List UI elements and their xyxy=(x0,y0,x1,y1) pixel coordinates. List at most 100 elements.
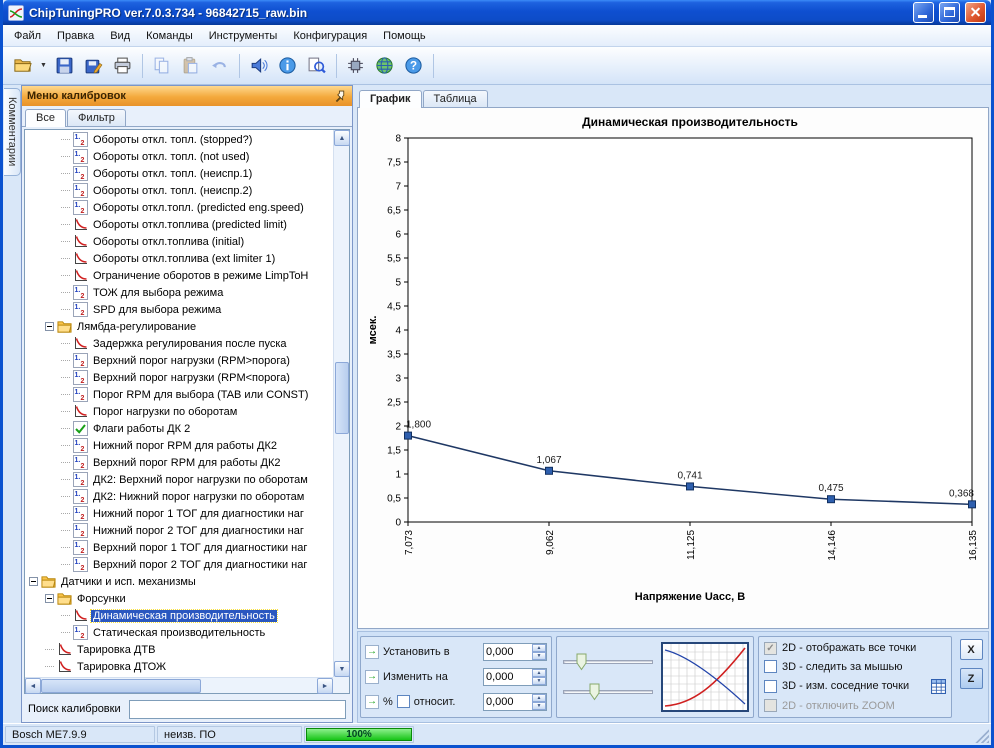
menu-item-0[interactable]: Файл xyxy=(6,27,49,45)
comments-dock-tab[interactable]: Комментарии xyxy=(4,88,21,176)
spin-down-icon[interactable]: ▼ xyxy=(532,652,546,660)
relative-value-input[interactable] xyxy=(484,694,532,710)
menu-item-2[interactable]: Вид xyxy=(102,27,138,45)
tools-button[interactable] xyxy=(342,52,370,80)
tree-item[interactable]: 1.2Обороты откл. топл. (stopped?) xyxy=(25,131,333,148)
tree-item[interactable]: 1.2Верхний порог 1 ТОГ для диагностики н… xyxy=(25,539,333,556)
preview-button[interactable] xyxy=(303,52,331,80)
tree-item[interactable]: 1.2Верхний порог нагрузки (RPM>порога) xyxy=(25,352,333,369)
menu-item-1[interactable]: Правка xyxy=(49,27,102,45)
tree-item[interactable]: 1.2Обороты откл. топл. (неиспр.2) xyxy=(25,182,333,199)
tree-item[interactable]: Обороты откл.топлива (predicted limit) xyxy=(25,216,333,233)
tree-item[interactable]: Ограничение оборотов в режиме LimpToH xyxy=(25,267,333,284)
view-tab-1[interactable]: Таблица xyxy=(423,90,488,107)
checkbox[interactable] xyxy=(764,660,777,673)
open-dropdown-icon[interactable]: ▼ xyxy=(37,62,50,69)
checkbox[interactable] xyxy=(764,680,777,693)
tree-expander-icon[interactable] xyxy=(45,594,54,603)
checksum-button[interactable] xyxy=(245,52,273,80)
menu-item-4[interactable]: Инструменты xyxy=(201,27,286,45)
tree-item[interactable]: 1.2ДК2: Нижний порог нагрузки по оборота… xyxy=(25,488,333,505)
tree-item[interactable]: Форсунки xyxy=(25,590,333,607)
tree-vertical-scrollbar[interactable]: ▲ ▼ xyxy=(333,130,349,677)
spin-down-icon[interactable]: ▼ xyxy=(532,702,546,710)
print-button[interactable] xyxy=(109,52,137,80)
spin-up-icon[interactable]: ▲ xyxy=(532,644,546,652)
slider-thumb[interactable] xyxy=(589,683,600,701)
chart-area[interactable]: Динамическая производительность00,511,52… xyxy=(357,107,989,629)
scrollbar-thumb[interactable] xyxy=(335,362,349,434)
view-tab-0[interactable]: График xyxy=(359,90,422,108)
tree-item[interactable]: Тарировка ДТВ xyxy=(25,641,333,658)
close-button[interactable] xyxy=(965,2,986,23)
tree-item[interactable]: 1.2Нижний порог 1 ТОГ для диагностики на… xyxy=(25,505,333,522)
slider-thumb[interactable] xyxy=(576,653,587,671)
scrollbar-track[interactable] xyxy=(334,146,349,661)
tree-item[interactable]: Флаги работы ДК 2 xyxy=(25,420,333,437)
pin-icon[interactable] xyxy=(334,90,347,103)
tree-item[interactable]: Датчики и исп. механизмы xyxy=(25,573,333,590)
point-slider-1[interactable] xyxy=(561,651,655,673)
relative-checkbox[interactable] xyxy=(397,695,410,708)
tree-item[interactable]: Лямбда-регулирование xyxy=(25,318,333,335)
checkbox[interactable] xyxy=(764,699,777,712)
tree-item[interactable]: Динамическая производительность xyxy=(25,607,333,624)
tree-item[interactable]: 1.2Обороты откл. топл. (not used) xyxy=(25,148,333,165)
change-value-input[interactable] xyxy=(484,669,532,685)
info-button[interactable] xyxy=(274,52,302,80)
scrollbar-thumb[interactable] xyxy=(41,679,201,693)
tree-item[interactable]: 1.2Верхний порог RPM для работы ДК2 xyxy=(25,454,333,471)
calibration-search-input[interactable] xyxy=(129,700,346,719)
set-value-input[interactable] xyxy=(484,644,532,660)
spin-down-icon[interactable]: ▼ xyxy=(532,677,546,685)
z-axis-button[interactable]: Z xyxy=(960,668,983,689)
scroll-left-icon[interactable]: ◄ xyxy=(25,678,41,694)
tree-expander-icon[interactable] xyxy=(29,577,38,586)
internet-button[interactable] xyxy=(371,52,399,80)
tree-item[interactable]: Задержка регулирования после пуска xyxy=(25,335,333,352)
tree-horizontal-scrollbar[interactable]: ◄ ► xyxy=(25,677,333,693)
grid-icon[interactable] xyxy=(931,679,946,694)
tree-item[interactable]: 1.2Порог RPM для выбора (TAB или CONST) xyxy=(25,386,333,403)
maximize-button[interactable] xyxy=(939,2,960,23)
tree-item[interactable]: 1.2Верхний порог нагрузки (RPM<порога) xyxy=(25,369,333,386)
tree-item[interactable]: Порог нагрузки по оборотам xyxy=(25,403,333,420)
calib-tab-0[interactable]: Все xyxy=(25,109,66,127)
point-slider-2[interactable] xyxy=(561,681,655,703)
scrollbar-track[interactable] xyxy=(41,678,317,693)
tree-item[interactable]: 1.2Статическая производительность xyxy=(25,624,333,641)
tree-item[interactable]: 1.2Верхний порог 2 ТОГ для диагностики н… xyxy=(25,556,333,573)
scroll-down-icon[interactable]: ▼ xyxy=(334,661,350,677)
x-axis-button[interactable]: X xyxy=(960,639,983,660)
open-button[interactable] xyxy=(8,52,36,80)
menu-item-6[interactable]: Помощь xyxy=(375,27,434,45)
tree-item[interactable]: 1.2ДК2: Верхний порог нагрузки по оборот… xyxy=(25,471,333,488)
slider-track[interactable] xyxy=(563,690,653,694)
save-button[interactable] xyxy=(51,52,79,80)
performance-chart[interactable]: Динамическая производительность00,511,52… xyxy=(358,108,988,628)
curve-preview[interactable] xyxy=(661,642,749,712)
scroll-up-icon[interactable]: ▲ xyxy=(334,130,350,146)
calib-tab-1[interactable]: Фильтр xyxy=(67,109,126,126)
tree-item[interactable]: Тарировка ДТОЖ xyxy=(25,658,333,675)
copy-button[interactable] xyxy=(148,52,176,80)
spin-up-icon[interactable]: ▲ xyxy=(532,669,546,677)
minimize-button[interactable] xyxy=(913,2,934,23)
tree-expander-icon[interactable] xyxy=(45,322,54,331)
tree-item[interactable]: 1.2SPD для выбора режима xyxy=(25,301,333,318)
scroll-right-icon[interactable]: ► xyxy=(317,678,333,694)
menu-item-3[interactable]: Команды xyxy=(138,27,201,45)
tree-item[interactable]: 1.2Нижний порог RPM для работы ДК2 xyxy=(25,437,333,454)
tree-item[interactable]: Обороты откл.топлива (initial) xyxy=(25,233,333,250)
spin-up-icon[interactable]: ▲ xyxy=(532,694,546,702)
paste-button[interactable] xyxy=(177,52,205,80)
tree-item[interactable]: Обороты откл.топлива (ext limiter 1) xyxy=(25,250,333,267)
save-edit-button[interactable] xyxy=(80,52,108,80)
menu-item-5[interactable]: Конфигурация xyxy=(285,27,375,45)
checkbox[interactable]: ✓ xyxy=(764,642,777,655)
titlebar[interactable]: ChipTuningPRO ver.7.0.3.734 - 96842715_r… xyxy=(3,0,991,25)
tree-item[interactable]: 1.2Обороты откл.топл. (predicted eng.spe… xyxy=(25,199,333,216)
tree-item[interactable]: 1.2ТОЖ для выбора режима xyxy=(25,284,333,301)
resize-grip[interactable] xyxy=(975,729,989,743)
help-button[interactable]: ? xyxy=(400,52,428,80)
